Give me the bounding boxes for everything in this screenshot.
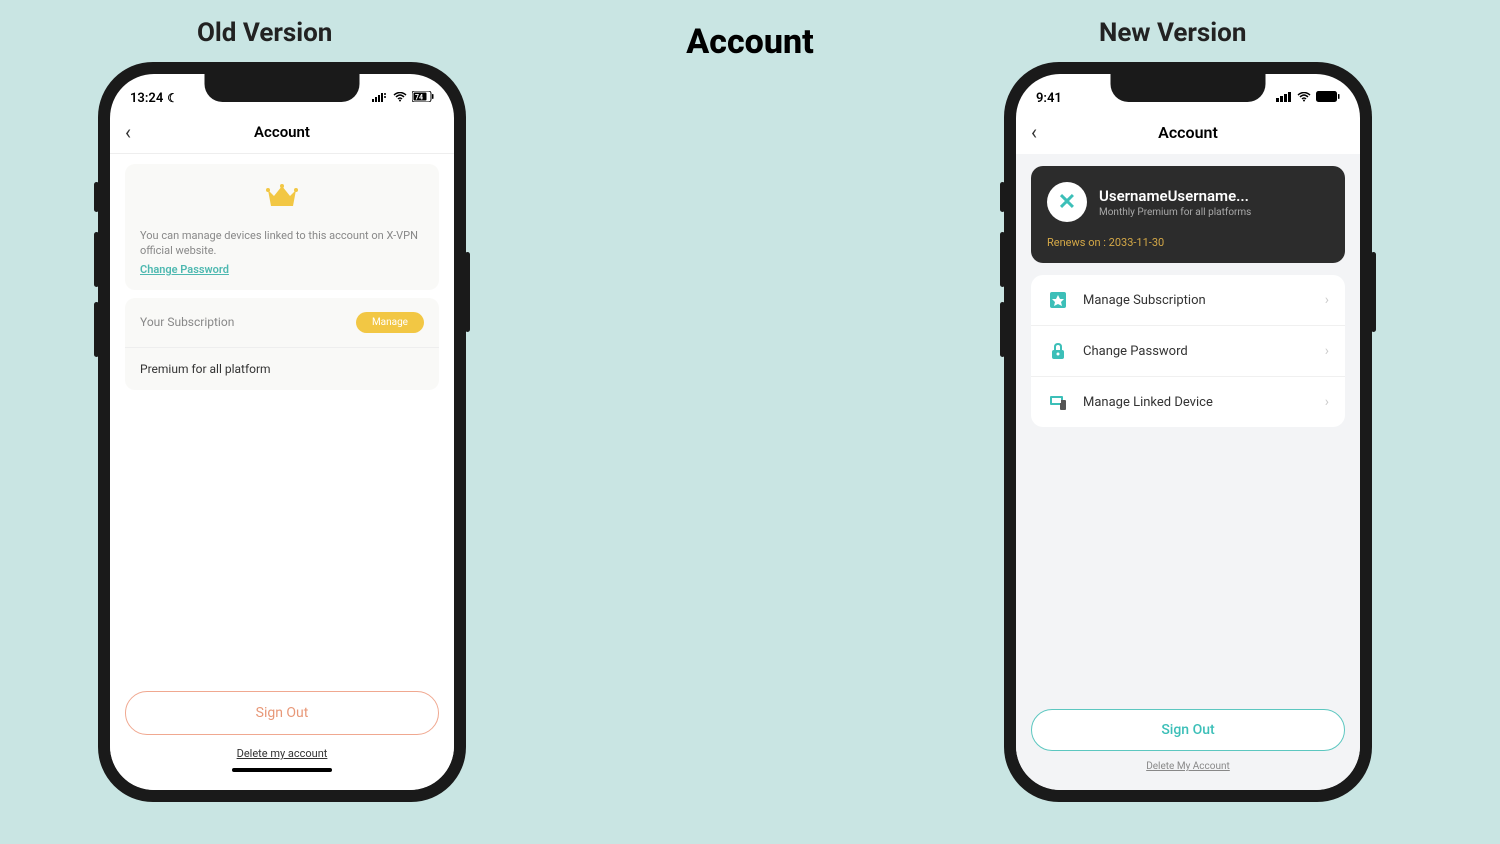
back-button[interactable]: ‹ [125, 120, 131, 144]
subscription-label: Your Subscription [140, 315, 234, 329]
status-time: 13:24 [130, 91, 163, 106]
phone-side-button [1000, 302, 1005, 357]
change-password-item[interactable]: Change Password › [1031, 326, 1345, 377]
delete-account-link[interactable]: Delete my account [125, 747, 439, 760]
manage-subscription-item[interactable]: Manage Subscription › [1031, 275, 1345, 326]
phone-side-button [1371, 252, 1376, 332]
menu-label: Change Password [1083, 344, 1325, 359]
chevron-right-icon: › [1325, 394, 1329, 410]
manage-button[interactable]: Manage [356, 312, 424, 333]
phone-notch [205, 74, 360, 102]
moon-icon: ☾ [167, 91, 178, 105]
nav-title: Account [254, 123, 310, 141]
chevron-right-icon: › [1325, 343, 1329, 359]
renewal-date: Renews on : 2033-11-30 [1047, 236, 1329, 249]
nav-bar: ‹ Account [1016, 110, 1360, 154]
page-title: Account [686, 22, 813, 62]
chevron-right-icon: › [1325, 292, 1329, 308]
wifi-icon [393, 91, 407, 106]
menu-label: Manage Linked Device [1083, 395, 1325, 410]
phone-side-button [465, 252, 470, 332]
phone-side-button [94, 232, 99, 287]
menu-card: Manage Subscription › Change Password › … [1031, 275, 1345, 427]
home-indicator [232, 768, 332, 772]
phone-side-button [1000, 182, 1005, 212]
wifi-icon [1297, 91, 1311, 106]
change-password-link[interactable]: Change Password [140, 263, 424, 276]
avatar-logo-icon: ✕ [1058, 190, 1076, 215]
menu-label: Manage Subscription [1083, 293, 1325, 308]
nav-bar: ‹ Account [110, 110, 454, 154]
account-description: You can manage devices linked to this ac… [140, 228, 424, 259]
subscription-plan: Premium for all platform [125, 348, 439, 390]
username: UsernameUsername... [1099, 187, 1329, 205]
subscription-icon [1047, 289, 1069, 311]
status-time: 9:41 [1036, 91, 1062, 106]
phone-side-button [94, 182, 99, 212]
manage-device-item[interactable]: Manage Linked Device › [1031, 377, 1345, 427]
new-phone-frame: 9:41 ‹ Account ✕ UsernameUsername... [1004, 62, 1372, 802]
devices-icon [1047, 391, 1069, 413]
battery-icon: 74 [412, 91, 434, 106]
phone-side-button [94, 302, 99, 357]
signal-icon [372, 91, 388, 106]
user-card: ✕ UsernameUsername... Monthly Premium fo… [1031, 166, 1345, 263]
crown-icon [266, 182, 298, 208]
account-info-card: You can manage devices linked to this ac… [125, 164, 439, 290]
signal-icon [1276, 91, 1292, 106]
new-version-label: New Version [1099, 18, 1246, 48]
back-button[interactable]: ‹ [1031, 120, 1037, 144]
old-version-label: Old Version [197, 18, 332, 48]
nav-title: Account [1158, 123, 1218, 142]
avatar: ✕ [1047, 182, 1087, 222]
phone-notch [1111, 74, 1266, 102]
sign-out-button[interactable]: Sign Out [125, 691, 439, 735]
phone-side-button [1000, 232, 1005, 287]
old-phone-frame: 13:24 ☾ 74 ‹ Account You can manage devi… [98, 62, 466, 802]
battery-icon [1316, 91, 1340, 106]
delete-account-link[interactable]: Delete My Account [1031, 761, 1345, 772]
svg-text:74: 74 [415, 93, 423, 101]
subscription-card: Your Subscription Manage Premium for all… [125, 298, 439, 390]
plan-text: Monthly Premium for all platforms [1099, 207, 1329, 218]
lock-icon [1047, 340, 1069, 362]
sign-out-button[interactable]: Sign Out [1031, 709, 1345, 751]
